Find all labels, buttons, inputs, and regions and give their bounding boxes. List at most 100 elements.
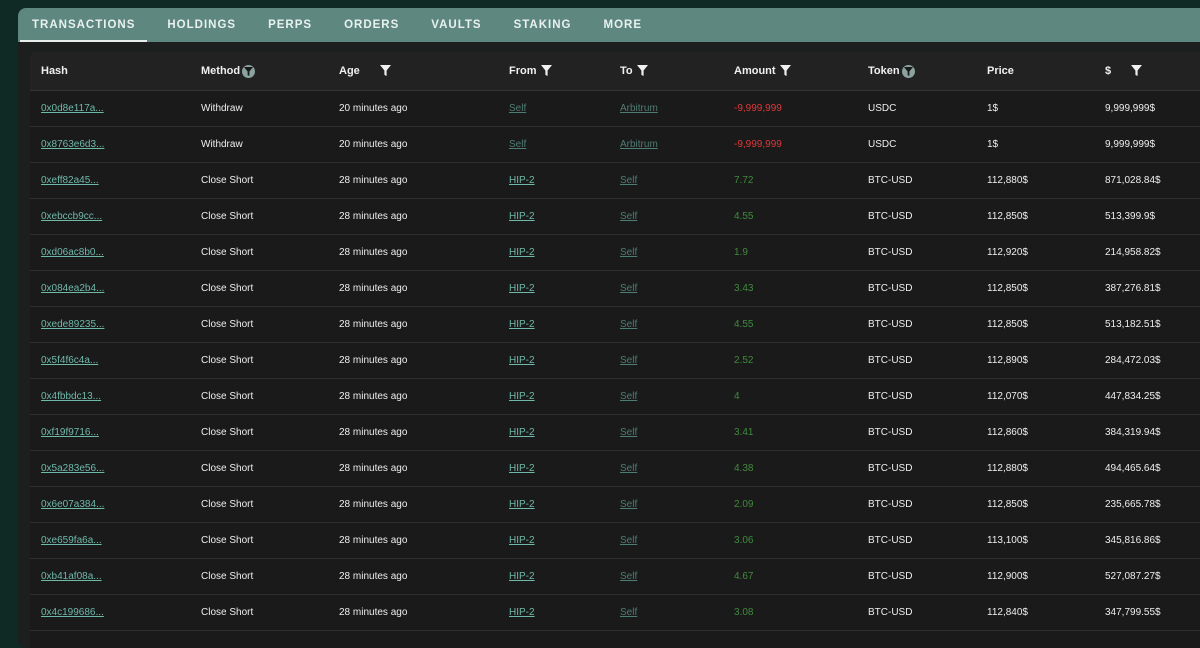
- tab-transactions[interactable]: TRANSACTIONS: [20, 8, 148, 42]
- hash-link[interactable]: 0xf19f9716...: [41, 427, 99, 438]
- to-filter-icon[interactable]: [636, 65, 649, 77]
- amount-filter-icon[interactable]: [779, 65, 792, 77]
- cell-price: 112,850$: [987, 270, 1105, 307]
- table-row[interactable]: 0x8763e6d3... Withdraw 20 minutes ago Self A…: [30, 126, 1200, 163]
- hash-link[interactable]: 0x5a283e56...: [41, 463, 104, 474]
- method-filter-icon[interactable]: [242, 64, 256, 78]
- from-link[interactable]: HIP-2: [509, 427, 535, 438]
- usd-filter-icon[interactable]: [1131, 65, 1143, 77]
- cell-token: BTC-USD: [868, 522, 987, 559]
- cell-method: Withdraw: [201, 126, 339, 163]
- tab-vaults[interactable]: VAULTS: [419, 8, 493, 42]
- table-row[interactable]: 0x5a283e56... Close Short 28 minutes ago HI…: [30, 450, 1200, 487]
- from-link[interactable]: HIP-2: [509, 535, 535, 546]
- to-link[interactable]: Arbitrum: [620, 139, 658, 150]
- to-link[interactable]: Self: [620, 247, 637, 258]
- tab-perps[interactable]: PERPS: [256, 8, 324, 42]
- from-link[interactable]: HIP-2: [509, 607, 535, 618]
- cell-age: 28 minutes ago: [339, 162, 509, 199]
- to-link[interactable]: Self: [620, 535, 637, 546]
- tab-orders[interactable]: ORDERS: [332, 8, 411, 42]
- col-price-label: Price: [987, 65, 1014, 77]
- token-filter-icon[interactable]: [901, 64, 915, 78]
- from-link[interactable]: HIP-2: [509, 283, 535, 294]
- cell-age: 28 minutes ago: [339, 450, 509, 487]
- from-link[interactable]: HIP-2: [509, 391, 535, 402]
- hash-link[interactable]: 0xb41af08a...: [41, 571, 102, 582]
- cell-age: 28 minutes ago: [339, 198, 509, 235]
- table-row[interactable]: 0x084ea2b4... Close Short 28 minutes ago HI…: [30, 270, 1200, 307]
- from-link[interactable]: HIP-2: [509, 355, 535, 366]
- cell-method: Close Short: [201, 234, 339, 271]
- table-row[interactable]: 0x6e07a384... Close Short 28 minutes ago HI…: [30, 486, 1200, 523]
- hash-link[interactable]: 0x5f4f6c4a...: [41, 355, 98, 366]
- table-row[interactable]: 0xd06ac8b0... Close Short 28 minutes ago HI…: [30, 234, 1200, 271]
- col-method-label: Method: [201, 65, 241, 77]
- hash-link[interactable]: 0xede89235...: [41, 319, 104, 330]
- hash-link[interactable]: 0xe659fa6a...: [41, 535, 102, 546]
- cell-age: 28 minutes ago: [339, 522, 509, 559]
- to-link[interactable]: Arbitrum: [620, 103, 658, 114]
- table-row[interactable]: 0x0d8e117a... Withdraw 20 minutes ago Self A…: [30, 90, 1200, 127]
- to-link[interactable]: Self: [620, 427, 637, 438]
- to-link[interactable]: Self: [620, 463, 637, 474]
- cell-usd-value: 214,958.82$: [1105, 234, 1200, 271]
- cell-to: Self: [620, 594, 734, 631]
- cell-from: HIP-2: [509, 378, 620, 415]
- table-row[interactable]: 0xebccb9cc... Close Short 28 minutes ago HI…: [30, 198, 1200, 235]
- to-link[interactable]: Self: [620, 175, 637, 186]
- cell-usd-value: 345,816.86$: [1105, 522, 1200, 559]
- hash-link[interactable]: 0x0d8e117a...: [41, 103, 104, 114]
- table-row[interactable]: 0xe659fa6a... Close Short 28 minutes ago HI…: [30, 522, 1200, 559]
- cell-method: Close Short: [201, 306, 339, 343]
- hash-link[interactable]: 0xeff82a45...: [41, 175, 99, 186]
- cell-token: BTC-USD: [868, 450, 987, 487]
- table-row[interactable]: 0xede89235... Close Short 28 minutes ago HI…: [30, 306, 1200, 343]
- table-row[interactable]: 0xb41af08a... Close Short 28 minutes ago HI…: [30, 558, 1200, 595]
- from-link[interactable]: Self: [509, 139, 526, 150]
- from-link[interactable]: HIP-2: [509, 319, 535, 330]
- to-link[interactable]: Self: [620, 355, 637, 366]
- hash-link[interactable]: 0xebccb9cc...: [41, 211, 102, 222]
- table-row[interactable]: 0x4fbbdc13... Close Short 28 minutes ago HI…: [30, 378, 1200, 415]
- from-link[interactable]: HIP-2: [509, 175, 535, 186]
- table-row[interactable]: 0xf19f9716... Close Short 28 minutes ago HI…: [30, 414, 1200, 451]
- col-token: Token: [868, 52, 987, 91]
- hash-link[interactable]: 0x4fbbdc13...: [41, 391, 101, 402]
- to-link[interactable]: Self: [620, 283, 637, 294]
- hash-link[interactable]: 0xd06ac8b0...: [41, 247, 104, 258]
- transactions-table-card: Hash Method Age From To Amount Token Pri…: [30, 52, 1200, 648]
- cell-token: USDC: [868, 90, 987, 127]
- cell-method: Close Short: [201, 558, 339, 595]
- hash-link[interactable]: 0x4c199686...: [41, 607, 104, 618]
- tab-holdings[interactable]: HOLDINGS: [155, 8, 248, 42]
- cell-usd-value: 347,799.55$: [1105, 594, 1200, 631]
- from-link[interactable]: Self: [509, 103, 526, 114]
- hash-link[interactable]: 0x8763e6d3...: [41, 139, 104, 150]
- tab-staking[interactable]: STAKING: [502, 8, 584, 42]
- cell-amount: -9,999,999: [734, 126, 868, 163]
- tab-more[interactable]: MORE: [591, 8, 654, 42]
- hash-link[interactable]: 0x6e07a384...: [41, 499, 104, 510]
- from-link[interactable]: HIP-2: [509, 247, 535, 258]
- cell-token: BTC-USD: [868, 558, 987, 595]
- to-link[interactable]: Self: [620, 211, 637, 222]
- transactions-table: Hash Method Age From To Amount Token Pri…: [30, 52, 1200, 631]
- table-row[interactable]: 0x5f4f6c4a... Close Short 28 minutes ago HI…: [30, 342, 1200, 379]
- from-filter-icon[interactable]: [540, 65, 553, 77]
- hash-link[interactable]: 0x084ea2b4...: [41, 283, 104, 294]
- table-row[interactable]: 0x4c199686... Close Short 28 minutes ago HI…: [30, 594, 1200, 631]
- from-link[interactable]: HIP-2: [509, 499, 535, 510]
- from-link[interactable]: HIP-2: [509, 463, 535, 474]
- from-link[interactable]: HIP-2: [509, 211, 535, 222]
- to-link[interactable]: Self: [620, 499, 637, 510]
- from-link[interactable]: HIP-2: [509, 571, 535, 582]
- cell-method: Close Short: [201, 414, 339, 451]
- to-link[interactable]: Self: [620, 391, 637, 402]
- age-filter-icon[interactable]: [379, 65, 392, 77]
- tab-bar: TRANSACTIONS HOLDINGS PERPS ORDERS VAULT…: [18, 8, 1200, 42]
- to-link[interactable]: Self: [620, 319, 637, 330]
- to-link[interactable]: Self: [620, 571, 637, 582]
- table-row[interactable]: 0xeff82a45... Close Short 28 minutes ago HI…: [30, 162, 1200, 199]
- to-link[interactable]: Self: [620, 607, 637, 618]
